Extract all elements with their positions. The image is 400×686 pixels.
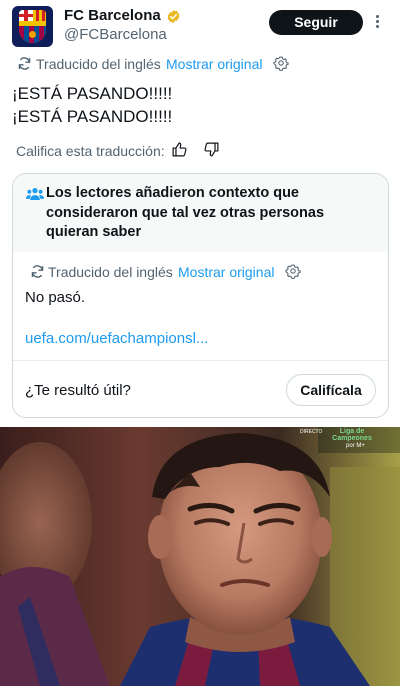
note-translated-from-label: Traducido del inglés [48, 264, 173, 280]
thumbs-up-icon[interactable] [171, 141, 188, 158]
verified-badge-icon [167, 9, 180, 24]
was-it-helpful-label: ¿Te resultó útil? [25, 382, 131, 399]
broadcast-overlay: DIRECTO Liga de Campeones por M+ [300, 428, 384, 451]
author-handle[interactable]: @FCBarcelona [64, 26, 167, 43]
rate-translation-label: Califica esta traducción: [16, 143, 165, 159]
author-name[interactable]: FC Barcelona [64, 7, 161, 24]
community-note: Los lectores añadieron contexto que cons… [12, 173, 389, 418]
note-show-original-link[interactable]: Mostrar original [178, 264, 274, 280]
community-note-body: No pasó. [25, 289, 86, 306]
channel-logo-text: por M+ [346, 443, 365, 449]
post-media-image[interactable]: DIRECTO Liga de Campeones por M+ [0, 427, 400, 686]
translate-icon [31, 265, 44, 278]
community-note-source-link[interactable]: uefa.com/uefachampionsl... [25, 330, 208, 347]
post-text-line: ¡ESTÁ PASANDO!!!!! [12, 107, 173, 126]
post-header: FC Barcelona @FCBarcelona Seguir [0, 0, 400, 52]
translate-icon [18, 57, 31, 70]
more-options-icon[interactable] [375, 14, 381, 30]
settings-gear-icon[interactable] [285, 263, 301, 279]
people-icon [26, 188, 44, 200]
post-text: ¡ESTÁ PASANDO!!!!! ¡ESTÁ PASANDO!!!!! [12, 82, 172, 128]
rate-note-button[interactable]: Califícala [286, 374, 376, 406]
thumbs-down-icon[interactable] [203, 141, 220, 158]
post-text-line: ¡ESTÁ PASANDO!!!!! [12, 84, 173, 103]
follow-button[interactable]: Seguir [269, 10, 363, 35]
settings-gear-icon[interactable] [273, 55, 289, 71]
avatar[interactable] [12, 6, 53, 47]
show-original-link[interactable]: Mostrar original [166, 56, 262, 72]
competition-logo-text: Liga de Campeones [332, 428, 372, 442]
translated-from-label: Traducido del inglés [36, 56, 161, 72]
community-note-header: Los lectores añadieron contexto que cons… [13, 174, 388, 252]
fc-barcelona-crest-icon [19, 10, 46, 43]
player-photo [0, 427, 400, 686]
live-tag: DIRECTO [300, 429, 323, 435]
divider [13, 360, 388, 361]
community-note-title: Los lectores añadieron contexto que cons… [46, 185, 325, 240]
